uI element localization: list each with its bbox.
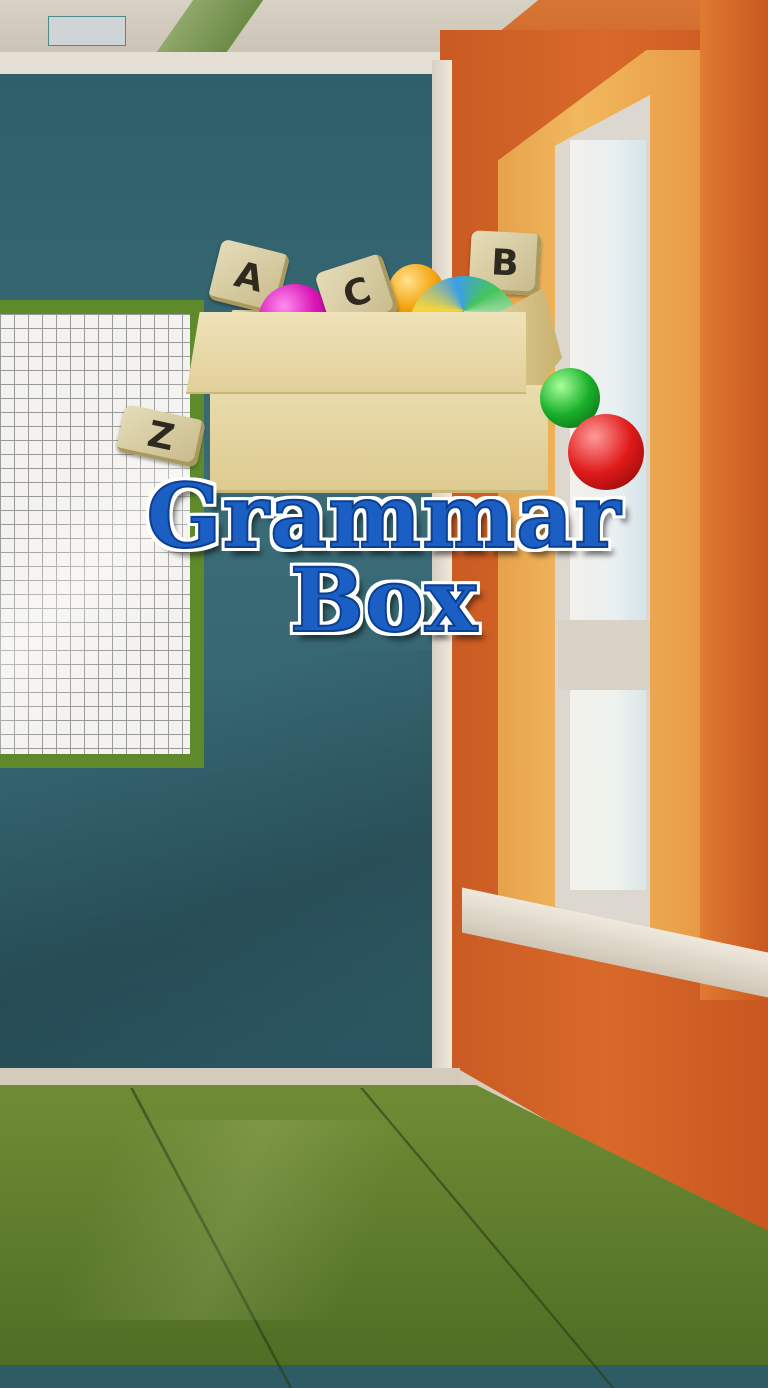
title-line-2: Box	[289, 548, 479, 652]
title-line-1: Grammar	[145, 464, 622, 568]
game-title: Grammar Box	[84, 470, 684, 670]
window-glass-lower	[570, 690, 646, 890]
floor-light	[0, 1120, 520, 1320]
orange-pillar	[700, 0, 768, 1000]
ceiling-light	[48, 16, 126, 46]
box-flap	[186, 312, 526, 394]
ceiling-trim	[0, 52, 460, 76]
